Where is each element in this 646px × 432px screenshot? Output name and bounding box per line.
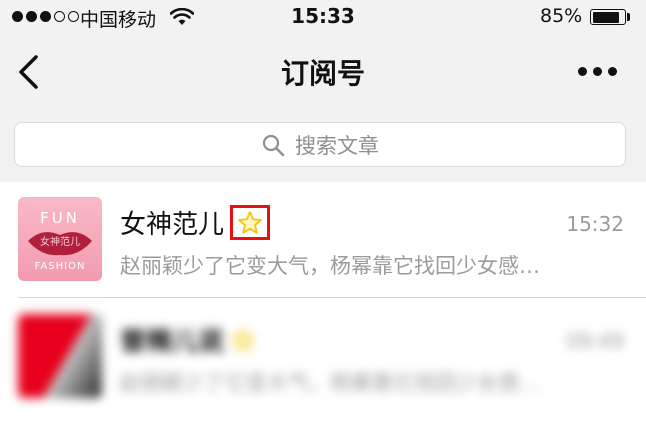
item-time: 09:49 (566, 329, 624, 353)
avatar (18, 314, 102, 398)
item-time: 15:32 (566, 212, 624, 236)
item-summary: 赵丽颖少了它变大气，杨幂靠它找回少女感… (120, 254, 540, 278)
battery-icon (590, 9, 626, 25)
svg-text:FASHION: FASHION (35, 261, 86, 272)
nav-bar: 订阅号 (0, 34, 646, 110)
avatar: FUN 女神范儿 FASHION (18, 197, 102, 281)
search-bar[interactable]: 搜索文章 (14, 122, 626, 167)
battery-percent: 85% (540, 5, 583, 27)
search-placeholder: 搜索文章 (295, 133, 379, 158)
fashion-logo-icon: FUN 女神范儿 FASHION (28, 209, 92, 272)
star-icon (238, 210, 262, 234)
status-bar: 中国移动 15:33 85% (0, 0, 646, 34)
more-options-icon[interactable] (578, 67, 617, 76)
star-icon (231, 327, 255, 351)
list-item[interactable]: FUN 女神范儿 FASHION 女神范儿 15:32 赵丽颖少了它变大气，杨幂… (0, 182, 646, 298)
list-item[interactable]: 普辣儿说 09:49 赵丽颖少了它变大气，杨幂靠它找回少女感… (0, 299, 646, 414)
account-name: 普辣儿说 (120, 327, 225, 357)
subscription-list: FUN 女神范儿 FASHION 女神范儿 15:32 赵丽颖少了它变大气，杨幂… (0, 182, 646, 432)
svg-text:女神范儿: 女神范儿 (40, 235, 80, 248)
search-icon (262, 134, 285, 156)
svg-text:FUN: FUN (40, 209, 80, 227)
page-title: 订阅号 (280, 57, 365, 90)
battery-tip (627, 13, 630, 21)
highlight-box (230, 205, 271, 240)
account-name: 女神范儿 (120, 210, 225, 240)
item-summary: 赵丽颖少了它变大气，杨幂靠它找回少女感… (120, 371, 540, 395)
divider (18, 297, 646, 298)
